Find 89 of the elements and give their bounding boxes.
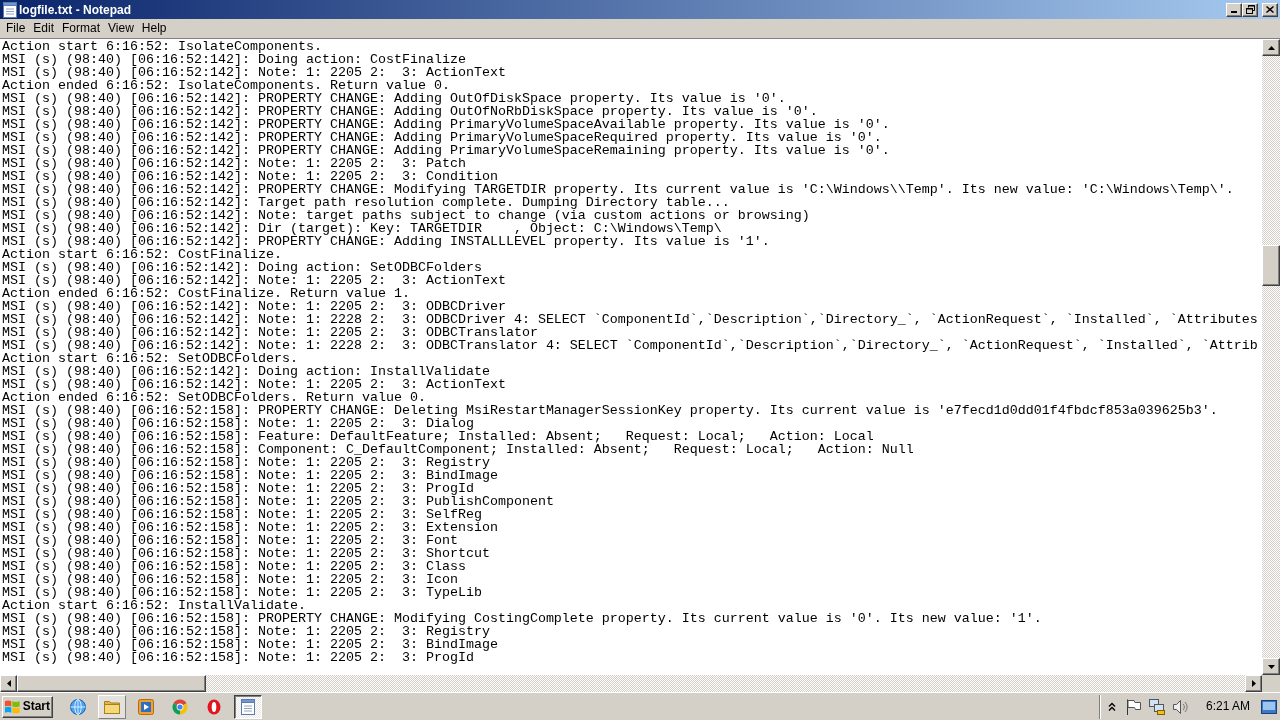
text-line: MSI (s) (98:40) [06:16:52:158]: Note: 1: 2205 2: 3: BindImage <box>2 638 498 651</box>
text-line: MSI (s) (98:40) [06:16:52:142]: PROPERTY CHANGE: Adding PrimaryVolumeSpaceAvailable property. Its value is '0'. <box>2 118 890 131</box>
text-line: Action ended 6:16:52: IsolateComponents. Return value 0. <box>2 79 450 92</box>
text-line: Action start 6:16:52: IsolateComponents. <box>2 40 322 53</box>
text-line: MSI (s) (98:40) [06:16:52:158]: Note: 1: 2205 2: 3: TypeLib <box>2 586 482 599</box>
start-button[interactable]: Start <box>2 695 53 718</box>
text-line: Action start 6:16:52: CostFinalize. <box>2 248 282 261</box>
text-line: MSI (s) (98:40) [06:16:52:142]: PROPERTY CHANGE: Adding PrimaryVolumeSpaceRemaining property. Its value is '0'. <box>2 144 890 157</box>
text-line: Action ended 6:16:52: CostFinalize. Return value 1. <box>2 287 410 300</box>
speaker-icon <box>1172 698 1188 715</box>
flag-icon <box>1125 698 1141 715</box>
text-line: MSI (s) (98:40) [06:16:52:158]: Note: 1: 2205 2: 3: SelfReg <box>2 508 482 521</box>
text-line: MSI (s) (98:40) [06:16:52:142]: Note: 1: 2205 2: 3: ODBCDriver <box>2 300 506 313</box>
text-line: MSI (s) (98:40) [06:16:52:142]: Note: 1: 2205 2: 3: Condition <box>2 170 498 183</box>
menu-item[interactable]: Help <box>137 20 171 37</box>
text-line: MSI (s) (98:40) [06:16:52:142]: Doing action: SetODBCFolders <box>2 261 482 274</box>
text-line: MSI (s) (98:40) [06:16:52:158]: PROPERTY CHANGE: Modifying CostingComplete property. Its current value is '0'. Its new value: '1'. <box>2 612 1042 625</box>
text-line: Action start 6:16:52: SetODBCFolders. <box>2 352 298 365</box>
text-line: MSI (s) (98:40) [06:16:52:142]: Note: 1: 2205 2: 3: Patch <box>2 157 466 170</box>
restore-button[interactable] <box>1242 2 1258 17</box>
scrollbar-thumb[interactable] <box>17 675 206 692</box>
scroll-right-button[interactable] <box>1245 675 1262 692</box>
text-line: MSI (s) (98:40) [06:16:52:158]: Note: 1: 2205 2: 3: BindImage <box>2 469 498 482</box>
clock-text: 6:21 AM <box>1205 699 1250 714</box>
notepad-icon <box>241 698 255 715</box>
right-arrow-icon <box>1251 680 1256 687</box>
text-line: MSI (s) (98:40) [06:16:52:142]: PROPERTY CHANGE: Adding INSTALLLEVEL property. Its value is '1'. <box>2 235 770 248</box>
text-line: Action ended 6:16:52: SetODBCFolders. Return value 0. <box>2 391 426 404</box>
text-line: MSI (s) (98:40) [06:16:52:158]: Note: 1: 2205 2: 3: Icon <box>2 573 458 586</box>
windows-flag-icon <box>5 699 20 714</box>
text-line: MSI (s) (98:40) [06:16:52:158]: Note: 1: 2205 2: 3: PublishComponent <box>2 495 554 508</box>
window-title: logfile.txt - Notepad <box>19 2 131 17</box>
text-line: MSI (s) (98:40) [06:16:52:158]: Note: 1: 2205 2: 3: Font <box>2 534 458 547</box>
text-line: MSI (s) (98:40) [06:16:52:142]: Note: 1: 2205 2: 3: ActionText <box>2 274 506 287</box>
text-line: MSI (s) (98:40) [06:16:52:142]: Note: 1: 2205 2: 3: ActionText <box>2 378 506 391</box>
text-line: MSI (s) (98:40) [06:16:52:142]: Target path resolution complete. Dumping Directory table... <box>2 196 730 209</box>
text-line: MSI (s) (98:40) [06:16:52:158]: Note: 1: 2205 2: 3: Registry <box>2 625 490 638</box>
text-line: MSI (s) (98:40) [06:16:52:158]: Note: 1: 2205 2: 3: Shortcut <box>2 547 490 560</box>
globe-icon <box>70 698 86 715</box>
vertical-scrollbar[interactable] <box>1262 39 1280 675</box>
text-line: MSI (s) (98:40) [06:16:52:158]: Note: 1: 2205 2: 3: ProgId <box>2 651 474 664</box>
text-line: MSI (s) (98:40) [06:16:52:158]: Feature: DefaultFeature; Installed: Absent; Request: Local; Action: Local <box>2 430 874 443</box>
text-line: MSI (s) (98:40) [06:16:52:142]: Note: 1: 2205 2: 3: ODBCTranslator <box>2 326 538 339</box>
network-icon <box>1148 698 1165 715</box>
close-button[interactable] <box>1262 2 1278 17</box>
scroll-up-button[interactable] <box>1262 39 1280 56</box>
minimize-icon <box>1231 10 1237 13</box>
scrollbar-thumb[interactable] <box>1262 245 1280 286</box>
scroll-down-button[interactable] <box>1262 658 1280 675</box>
text-line: MSI (s) (98:40) [06:16:52:142]: Doing action: InstallValidate <box>2 365 490 378</box>
text-line: MSI (s) (98:40) [06:16:52:158]: PROPERTY CHANGE: Deleting MsiRestartManagerSessionKey property. Its current value is 'e7fecd1d0dd01f4fbdcf853a039625b3'. <box>2 404 1218 417</box>
text-line: MSI (s) (98:40) [06:16:52:158]: Note: 1: 2205 2: 3: Class <box>2 560 466 573</box>
text-line: MSI (s) (98:40) [06:16:52:142]: PROPERTY CHANGE: Adding OutOfDiskSpace property. Its value is '0'. <box>2 92 786 105</box>
text-line: MSI (s) (98:40) [06:16:52:142]: Note: 1: 2228 2: 3: ODBCDriver 4: SELECT `ComponentId`,`Description`,`Directory_`, `ActionRequest`, `Installed`, `Attributes <box>2 313 1258 326</box>
notepad-icon <box>3 1 17 18</box>
text-line: MSI (s) (98:40) [06:16:52:158]: Note: 1: 2205 2: 3: ProgId <box>2 482 474 495</box>
segmented-circle-icon <box>172 698 188 715</box>
text-line: MSI (s) (98:40) [06:16:52:158]: Component: C_DefaultComponent; Installed: Absent; Request: Local; Action: Null <box>2 443 914 456</box>
text-line: MSI (s) (98:40) [06:16:52:158]: Note: 1: 2205 2: 3: Dialog <box>2 417 474 430</box>
oval-ring-icon <box>207 698 221 715</box>
text-line: MSI (s) (98:40) [06:16:52:142]: Doing action: CostFinalize <box>2 53 466 66</box>
down-arrow-icon <box>1267 664 1275 669</box>
desktop-icon <box>1261 699 1277 714</box>
menu-item[interactable]: Edit <box>29 20 59 37</box>
up-chevron-icon <box>1107 702 1116 711</box>
menu-item[interactable]: Format <box>58 20 105 37</box>
text-line: MSI (s) (98:40) [06:16:52:142]: PROPERTY CHANGE: Adding OutOfNoRbDiskSpace property. Its value is '0'. <box>2 105 818 118</box>
left-arrow-icon <box>6 680 11 687</box>
text-line: MSI (s) (98:40) [06:16:52:158]: Note: 1: 2205 2: 3: Extension <box>2 521 498 534</box>
text-line: MSI (s) (98:40) [06:16:52:158]: Note: 1: 2205 2: 3: Registry <box>2 456 490 469</box>
horizontal-scrollbar[interactable] <box>17 675 1245 692</box>
text-line: MSI (s) (98:40) [06:16:52:142]: Note: 1: 2228 2: 3: ODBCTranslator 4: SELECT `ComponentId`,`Description`,`Directory_`, `ActionRequest`, `Installed`, `Attrib <box>2 339 1258 352</box>
taskbar-button[interactable] <box>234 694 262 719</box>
text-editor[interactable] <box>0 39 1262 675</box>
text-line: MSI (s) (98:40) [06:16:52:142]: Note: 1: 2205 2: 3: ActionText <box>2 66 506 79</box>
up-arrow-icon <box>1267 45 1275 50</box>
menu-item[interactable]: File <box>2 20 30 37</box>
restore-icon <box>1245 5 1255 14</box>
scroll-left-button[interactable] <box>0 675 17 692</box>
text-line: MSI (s) (98:40) [06:16:52:142]: Note: target paths subject to change (via custom actions or browsing) <box>2 209 810 222</box>
close-icon <box>1266 6 1274 13</box>
text-line: MSI (s) (98:40) [06:16:52:142]: PROPERTY CHANGE: Adding PrimaryVolumeSpaceRequired property. Its value is '0'. <box>2 131 882 144</box>
text-line: MSI (s) (98:40) [06:16:52:142]: PROPERTY CHANGE: Modifying TARGETDIR property. Its current value is 'C:\Windows\\Temp'. Its new value: 'C:\Windows\Temp\'. <box>2 183 1234 196</box>
play-icon <box>138 698 154 715</box>
text-line: MSI (s) (98:40) [06:16:52:142]: Dir (target): Key: TARGETDIR , Object: C:\Windows\Temp\ <box>2 222 722 235</box>
menu-item[interactable]: View <box>104 20 138 37</box>
text-line: Action start 6:16:52: InstallValidate. <box>2 599 306 612</box>
folder-icon <box>104 699 120 714</box>
minimize-button[interactable] <box>1226 2 1242 17</box>
